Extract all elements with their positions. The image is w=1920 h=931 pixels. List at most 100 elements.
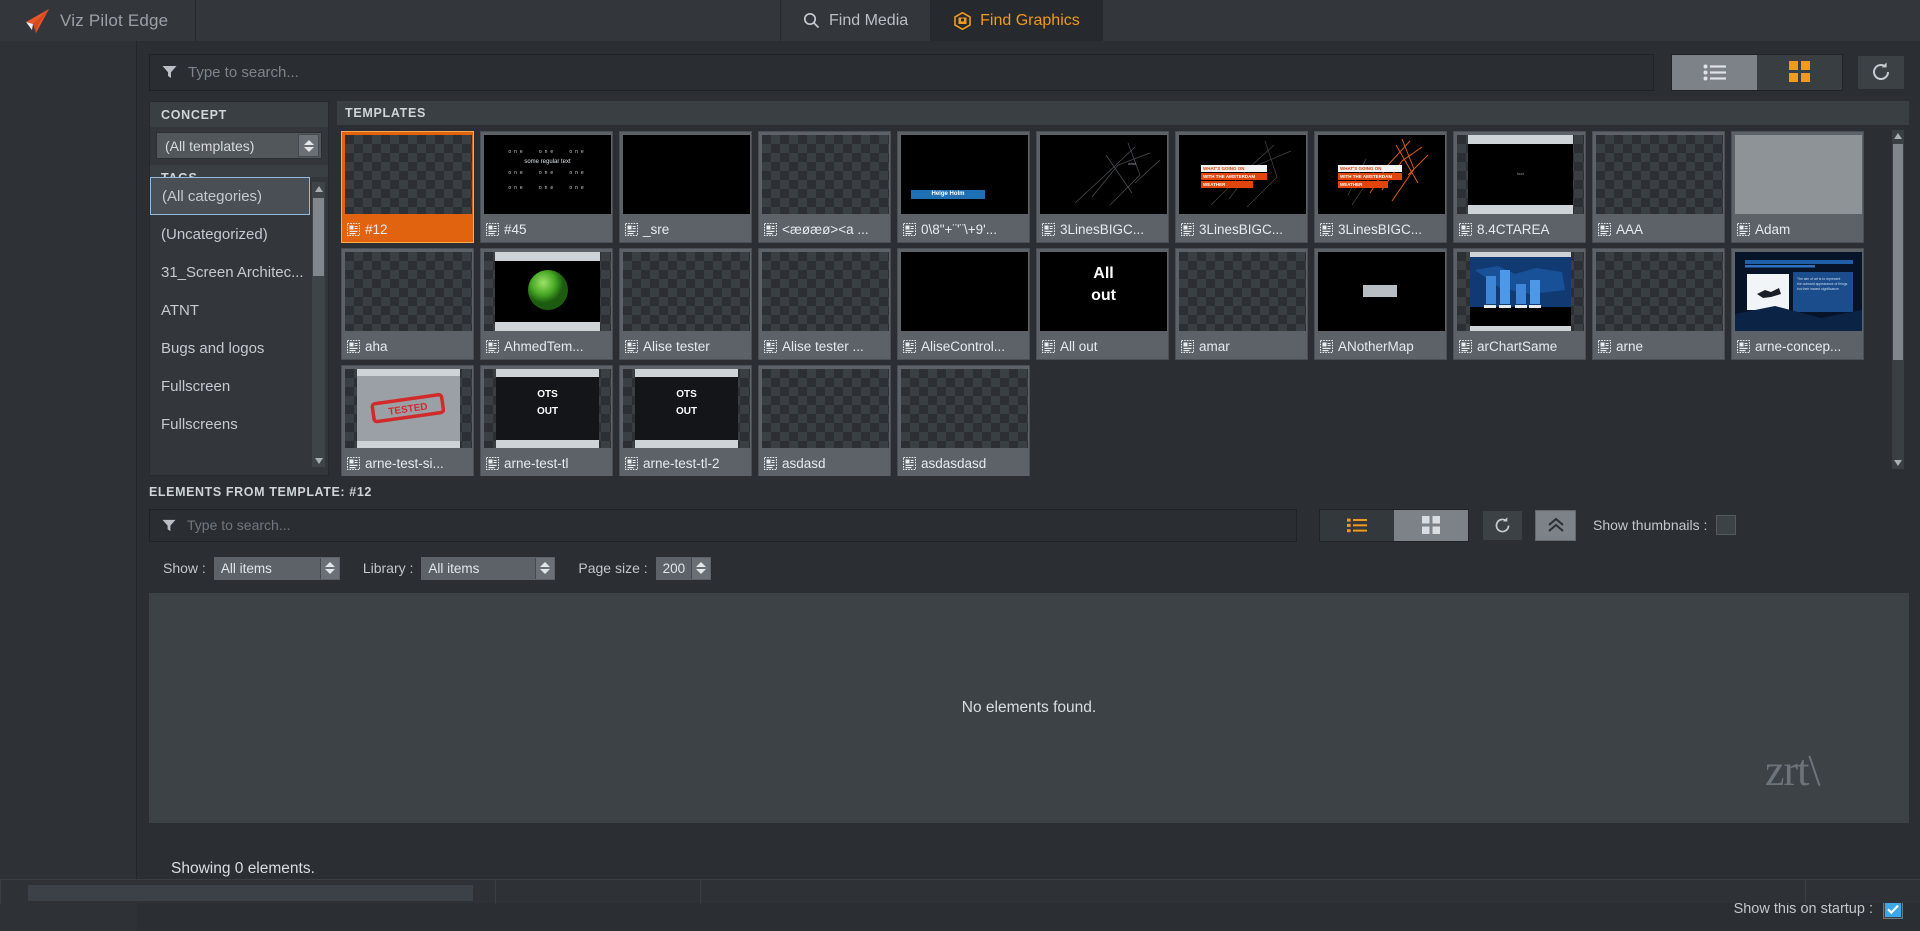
template-item[interactable]: one one one some regular text one one one o… (480, 131, 613, 243)
template-item[interactable]: The aim of art is to represent the outwar… (1731, 248, 1864, 360)
template-item[interactable]: wind 3LinesBIGC... (1036, 131, 1169, 243)
template-item[interactable]: TESTED arne-test-si... (341, 365, 474, 476)
template-cell: <æøæø><a ... (758, 131, 897, 248)
search-input[interactable]: Type to search... (149, 53, 1654, 91)
refresh-button[interactable] (1857, 54, 1905, 90)
collapse-button[interactable] (1535, 509, 1576, 541)
templates-scrollbar[interactable] (1891, 129, 1905, 470)
spinner-arrows-icon[interactable] (319, 557, 339, 579)
concept-select[interactable]: (All templates) (156, 132, 322, 159)
tag-item-all-categories[interactable]: (All categories) (150, 177, 310, 215)
elements-refresh-button[interactable] (1482, 509, 1523, 541)
template-name: _sre (643, 222, 670, 237)
template-item[interactable]: AliseControl... (897, 248, 1030, 360)
elements-search-input[interactable]: Type to search... (149, 508, 1297, 542)
template-item[interactable]: All out All out (1036, 248, 1169, 360)
search-placeholder: Type to search... (188, 63, 299, 81)
template-name-row: ANotherMap (1315, 334, 1446, 359)
chevron-double-up-icon (1547, 516, 1565, 534)
refresh-icon (1870, 61, 1892, 83)
template-file-icon (1320, 340, 1333, 353)
scroll-up-icon[interactable] (1893, 130, 1903, 142)
scrollbar-thumb[interactable] (1893, 144, 1903, 360)
template-thumbnail: All out (1040, 252, 1167, 331)
graphics-panel: Type to search... CONCEPT (All templates… (136, 41, 1920, 931)
template-cell: text 8.4CTAREA (1453, 131, 1592, 248)
tag-item-bugs-and-logos[interactable]: Bugs and logos (150, 329, 310, 367)
template-cell: Alise tester ... (758, 248, 897, 365)
scrollbar-thumb[interactable] (313, 198, 324, 276)
template-thumbnail: wind (1040, 135, 1167, 214)
template-file-icon (1042, 223, 1055, 236)
show-thumbnails-control: Show thumbnails : (1593, 515, 1737, 535)
tab-find-graphics[interactable]: Find Graphics (931, 0, 1103, 41)
template-name: asdasdasd (921, 456, 987, 471)
black-preview (901, 252, 1028, 331)
template-item[interactable]: OTS OUT arne-test-tl-2 (619, 365, 752, 476)
tags-scrollbar[interactable] (312, 182, 325, 467)
tag-item-fullscreens[interactable]: Fullscreens (150, 405, 310, 443)
template-item[interactable]: asdasd (758, 365, 891, 476)
scroll-down-icon[interactable] (313, 454, 324, 467)
tag-item-uncategorized[interactable]: (Uncategorized) (150, 215, 310, 253)
template-file-icon (486, 340, 499, 353)
page-size-select[interactable]: 200 (654, 555, 712, 581)
template-item[interactable]: OTS OUT arne-test-tl (480, 365, 613, 476)
template-item[interactable]: WHAT'S GOING ON WITH THE AMSTERDAM WEATHER… (1175, 131, 1308, 243)
template-name-row: arne-test-tl (481, 451, 612, 476)
template-item[interactable]: _sre (619, 131, 752, 243)
library-filter-select[interactable]: All items (420, 555, 557, 581)
template-item[interactable]: AhmedTem... (480, 248, 613, 360)
template-item[interactable]: WHAT'S GOING ON WITH THE AMSTERDAM WEATHER… (1314, 131, 1447, 243)
scroll-down-icon[interactable] (1893, 457, 1903, 469)
scroll-up-icon[interactable] (313, 182, 324, 195)
template-file-icon (903, 223, 916, 236)
taskbar-item[interactable] (28, 885, 473, 901)
template-item[interactable]: #12 (341, 131, 474, 243)
grid-view-button[interactable] (1757, 54, 1842, 90)
elements-list-view-button[interactable] (1320, 509, 1394, 541)
template-item[interactable]: Adam (1731, 131, 1864, 243)
template-file-icon (1459, 223, 1472, 236)
tab-find-media[interactable]: Find Media (780, 0, 932, 41)
template-file-icon (1320, 223, 1333, 236)
template-item[interactable]: ANotherMap (1314, 248, 1447, 360)
template-thumbnail: text (1457, 135, 1584, 214)
template-item[interactable]: Helge Holm 0\8"+¨'¨\+9'... (897, 131, 1030, 243)
show-filter-select[interactable]: All items (212, 555, 341, 581)
template-item[interactable]: AAA (1592, 131, 1725, 243)
elements-grid-view-button[interactable] (1394, 509, 1468, 541)
template-item[interactable]: aha (341, 248, 474, 360)
show-thumbnails-checkbox[interactable] (1716, 515, 1737, 535)
template-thumbnail (762, 135, 889, 214)
template-name-row: #12 (342, 217, 473, 242)
chart-preview (1470, 252, 1571, 331)
funnel-icon (162, 519, 176, 532)
template-thumbnail: The aim of art is to represent the outwar… (1735, 252, 1862, 331)
spinner-arrows-icon[interactable] (690, 557, 710, 579)
tag-item-fullscreen[interactable]: Fullscreen (150, 367, 310, 405)
tag-item-31-screen-architecture[interactable]: 31_Screen Architec... (150, 253, 310, 291)
filters-sidebar: CONCEPT (All templates) TAGS (All catego… (149, 101, 329, 476)
list-view-button[interactable] (1672, 54, 1757, 90)
transparent-checker (762, 252, 889, 331)
template-item[interactable]: <æøæø><a ... (758, 131, 891, 243)
spinner-arrows-icon[interactable] (535, 557, 555, 579)
transparent-checker (345, 135, 472, 214)
template-thumbnail (1457, 252, 1584, 331)
template-thumbnail (623, 252, 750, 331)
tag-item-atnt[interactable]: ATNT (150, 291, 310, 329)
transparent-checker (762, 369, 889, 448)
template-item[interactable]: arChartSame (1453, 248, 1586, 360)
template-item[interactable]: Alise tester (619, 248, 752, 360)
tag-label: Bugs and logos (161, 339, 265, 357)
spinner-arrows-icon[interactable] (298, 134, 319, 157)
template-item[interactable]: arne (1592, 248, 1725, 360)
tab-find-graphics-label: Find Graphics (980, 11, 1080, 29)
template-file-icon (1737, 340, 1750, 353)
template-item[interactable]: text 8.4CTAREA (1453, 131, 1586, 243)
template-item[interactable]: amar (1175, 248, 1308, 360)
template-thumbnail: WHAT'S GOING ON WITH THE AMSTERDAM WEATHER (1179, 135, 1306, 214)
template-item[interactable]: Alise tester ... (758, 248, 891, 360)
template-item[interactable]: asdasdasd (897, 365, 1030, 476)
